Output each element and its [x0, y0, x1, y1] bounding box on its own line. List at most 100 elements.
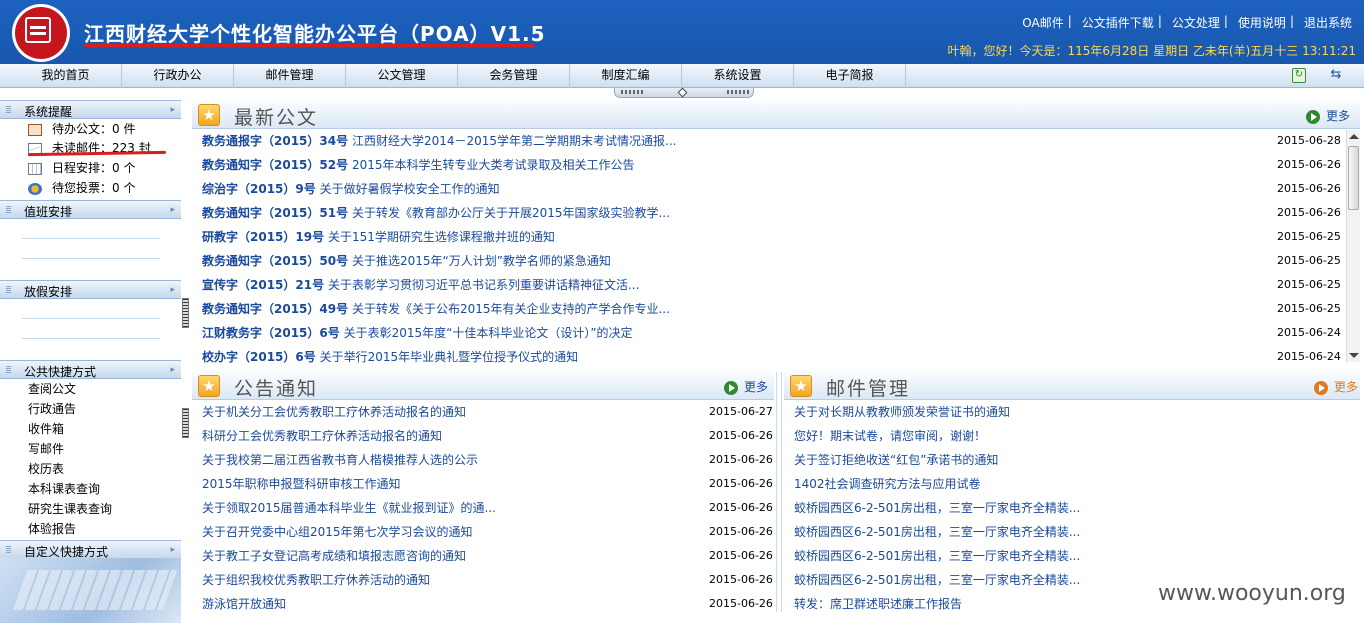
mail-subject-link[interactable]: 蛟桥园西区6-2-501房出租，三室一厅家电齐全精装...: [794, 549, 1080, 563]
mail-more-link[interactable]: 更多: [1314, 379, 1358, 395]
doc-code[interactable]: 校办字（2015）6号: [202, 350, 316, 364]
mail-subject-link[interactable]: 关于签订拒绝收送“红包”承诺书的通知: [794, 453, 998, 467]
shortcut-grad-timetable[interactable]: 研究生课表查询: [28, 499, 112, 519]
nav-collapse-handle[interactable]: [614, 87, 754, 98]
doc-row[interactable]: 研教字（2015）19号 关于151学期研究生选修课程撤并班的通知 2015-06…: [202, 225, 1342, 249]
notice-row[interactable]: 2015年职称申报暨科研审核工作通知 2015-06-26: [202, 472, 773, 496]
mail-subject-link[interactable]: 蛟桥园西区6-2-501房出租，三室一厅家电齐全精装...: [794, 525, 1080, 539]
notice-title-link[interactable]: 关于我校第二届江西省教书育人楷模推荐人选的公示: [202, 453, 478, 467]
doc-code[interactable]: 综治字（2015）9号: [202, 182, 316, 196]
doc-row[interactable]: 教务通知字（2015）49号 关于转发《关于公布2015年有关企业支持的产学合作…: [202, 297, 1342, 321]
alert-schedule[interactable]: 日程安排：0 个: [28, 158, 135, 178]
notice-row[interactable]: 关于领取2015届普通本科毕业生《就业报到证》的通... 2015-06-26: [202, 496, 773, 520]
doc-title-link[interactable]: 江西财经大学2014－2015学年第二学期期末考试情况通报...: [352, 134, 677, 148]
notices-more-link[interactable]: 更多: [724, 379, 768, 395]
sidebar-section-holiday[interactable]: 放假安排 ▸: [0, 280, 181, 299]
mail-subject-link[interactable]: 蛟桥园西区6-2-501房出租，三室一厅家电齐全精装...: [794, 501, 1080, 515]
doc-code[interactable]: 江财教务字（2015）6号: [202, 326, 340, 340]
notice-row[interactable]: 游泳馆开放通知 2015-06-26: [202, 592, 773, 616]
help-link[interactable]: 使用说明: [1234, 14, 1290, 31]
shortcut-calendar[interactable]: 校历表: [28, 459, 64, 479]
doc-title-link[interactable]: 关于表彰学习贯彻习近平总书记系列重要讲话精神征文活...: [328, 278, 639, 292]
nav-documents[interactable]: 公文管理: [346, 64, 458, 88]
doc-row[interactable]: 宣传字（2015）21号 关于表彰学习贯彻习近平总书记系列重要讲话精神征文活..…: [202, 273, 1342, 297]
mail-row[interactable]: 蛟桥园西区6-2-501房出租，三室一厅家电齐全精装...: [794, 544, 1354, 568]
mail-subject-link[interactable]: 关于对长期从教教师颁发荣誉证书的通知: [794, 405, 1010, 419]
shortcut-admin-notices[interactable]: 行政通告: [28, 399, 76, 419]
doc-row[interactable]: 综治字（2015）9号 关于做好暑假学校安全工作的通知 2015-06-26: [202, 177, 1342, 201]
shortcut-inbox[interactable]: 收件箱: [28, 419, 64, 439]
mail-row[interactable]: 蛟桥园西区6-2-501房出租，三室一厅家电齐全精装...: [794, 520, 1354, 544]
doc-title-link[interactable]: 关于转发《关于公布2015年有关企业支持的产学合作专业...: [352, 302, 670, 316]
doc-row[interactable]: 教务通报字（2015）34号 江西财经大学2014－2015学年第二学期期末考试…: [202, 129, 1342, 153]
sidebar-section-alerts[interactable]: 系统提醒 ▸: [0, 100, 181, 119]
nav-mail[interactable]: 邮件管理: [234, 64, 346, 88]
doc-code[interactable]: 教务通知字（2015）51号: [202, 206, 348, 220]
mail-subject-link[interactable]: 您好！期末试卷，请您审阅，谢谢！: [794, 429, 986, 443]
doc-processing-link[interactable]: 公文处理: [1168, 14, 1224, 31]
doc-code[interactable]: 教务通知字（2015）49号: [202, 302, 348, 316]
shortcut-compose[interactable]: 写邮件: [28, 439, 64, 459]
notice-title-link[interactable]: 关于教工子女登记高考成绩和填报志愿咨询的通知: [202, 549, 466, 563]
notice-title-link[interactable]: 关于召开党委中心组2015年第七次学习会议的通知: [202, 525, 473, 539]
doc-code[interactable]: 教务通知字（2015）50号: [202, 254, 348, 268]
logout-link[interactable]: 退出系统: [1300, 14, 1356, 31]
sidebar-section-custom[interactable]: 自定义快捷方式 ▸: [0, 540, 181, 559]
mail-subject-link[interactable]: 转发：席卫群述职述廉工作报告: [794, 597, 962, 611]
nav-admin[interactable]: 行政办公: [122, 64, 234, 88]
nav-regulations[interactable]: 制度汇编: [570, 64, 682, 88]
splitter-grip[interactable]: [182, 298, 189, 328]
notice-title-link[interactable]: 游泳馆开放通知: [202, 597, 286, 611]
oa-mail-link[interactable]: OA邮件: [1018, 14, 1067, 31]
scroll-down-icon[interactable]: [1349, 353, 1359, 358]
doc-row[interactable]: 教务通知字（2015）52号 2015年本科学生转专业大类考试录取及相关工作公告…: [202, 153, 1342, 177]
shortcut-view-docs[interactable]: 查阅公文: [28, 379, 76, 399]
doc-code[interactable]: 教务通知字（2015）52号: [202, 158, 348, 172]
alert-vote[interactable]: 待您投票：0 个: [28, 178, 135, 198]
latest-docs-more-link[interactable]: 更多: [1306, 108, 1350, 124]
sidebar-section-shortcuts[interactable]: 公共快捷方式 ▸: [0, 360, 181, 379]
doc-title-link[interactable]: 关于151学期研究生选修课程撤并班的通知: [328, 230, 555, 244]
mail-row[interactable]: 您好！期末试卷，请您审阅，谢谢！: [794, 424, 1354, 448]
doc-row[interactable]: 江财教务字（2015）6号 关于表彰2015年度“十佳本科毕业论文（设计）”的决…: [202, 321, 1342, 345]
nav-home[interactable]: 我的首页: [10, 64, 122, 88]
notice-title-link[interactable]: 关于领取2015届普通本科毕业生《就业报到证》的通...: [202, 501, 496, 515]
sidebar-section-duty[interactable]: 值班安排 ▸: [0, 200, 181, 219]
doc-title-link[interactable]: 关于做好暑假学校安全工作的通知: [320, 182, 500, 196]
mail-row[interactable]: 1402社会调查研究方法与应用试卷: [794, 472, 1354, 496]
doc-row[interactable]: 校办字（2015）6号 关于举行2015年毕业典礼暨学位授予仪式的通知 2015-…: [202, 345, 1342, 369]
nav-meetings[interactable]: 会务管理: [458, 64, 570, 88]
doc-code[interactable]: 研教字（2015）19号: [202, 230, 324, 244]
notice-row[interactable]: 关于我校第二届江西省教书育人楷模推荐人选的公示 2015-06-26: [202, 448, 773, 472]
notice-title-link[interactable]: 科研分工会优秀教职工疗休养活动报名的通知: [202, 429, 442, 443]
doc-title-link[interactable]: 关于推选2015年“万人计划”教学名师的紧急通知: [352, 254, 611, 268]
doc-row[interactable]: 教务通知字（2015）50号 关于推选2015年“万人计划”教学名师的紧急通知 2…: [202, 249, 1342, 273]
latest-docs-scrollbar[interactable]: [1346, 130, 1360, 362]
doc-code[interactable]: 教务通报字（2015）34号: [202, 134, 348, 148]
mail-row[interactable]: 蛟桥园西区6-2-501房出租，三室一厅家电齐全精装...: [794, 496, 1354, 520]
mail-row[interactable]: 关于签订拒绝收送“红包”承诺书的通知: [794, 448, 1354, 472]
doc-title-link[interactable]: 关于转发《教育部办公厅关于开展2015年国家级实验教学...: [352, 206, 670, 220]
nav-briefing[interactable]: 电子简报: [794, 64, 906, 88]
notice-row[interactable]: 关于组织我校优秀教职工疗休养活动的通知 2015-06-26: [202, 568, 773, 592]
shortcut-experience-report[interactable]: 体验报告: [28, 519, 76, 539]
notice-row[interactable]: 关于教工子女登记高考成绩和填报志愿咨询的通知 2015-06-26: [202, 544, 773, 568]
refresh-icon[interactable]: ↻: [1292, 68, 1306, 83]
doc-row[interactable]: 教务通知字（2015）51号 关于转发《教育部办公厅关于开展2015年国家级实验…: [202, 201, 1342, 225]
notice-title-link[interactable]: 2015年职称申报暨科研审核工作通知: [202, 477, 401, 491]
notice-row[interactable]: 关于召开党委中心组2015年第七次学习会议的通知 2015-06-26: [202, 520, 773, 544]
splitter-grip[interactable]: [182, 408, 189, 438]
notice-title-link[interactable]: 关于组织我校优秀教职工疗休养活动的通知: [202, 573, 430, 587]
mail-subject-link[interactable]: 1402社会调查研究方法与应用试卷: [794, 477, 981, 491]
notice-row[interactable]: 科研分工会优秀教职工疗休养活动报名的通知 2015-06-26: [202, 424, 773, 448]
notice-title-link[interactable]: 关于机关分工会优秀教职工疗休养活动报名的通知: [202, 405, 466, 419]
scroll-thumb[interactable]: [1348, 146, 1359, 210]
doc-title-link[interactable]: 2015年本科学生转专业大类考试录取及相关工作公告: [352, 158, 635, 172]
sidebar-splitter[interactable]: [181, 98, 190, 623]
shortcut-undergrad-timetable[interactable]: 本科课表查询: [28, 479, 100, 499]
doc-code[interactable]: 宣传字（2015）21号: [202, 278, 324, 292]
alert-pending-docs[interactable]: 待办公文：0 件: [28, 119, 135, 139]
nav-settings[interactable]: 系统设置: [682, 64, 794, 88]
doc-title-link[interactable]: 关于举行2015年毕业典礼暨学位授予仪式的通知: [320, 350, 579, 364]
scroll-up-icon[interactable]: [1349, 134, 1359, 139]
